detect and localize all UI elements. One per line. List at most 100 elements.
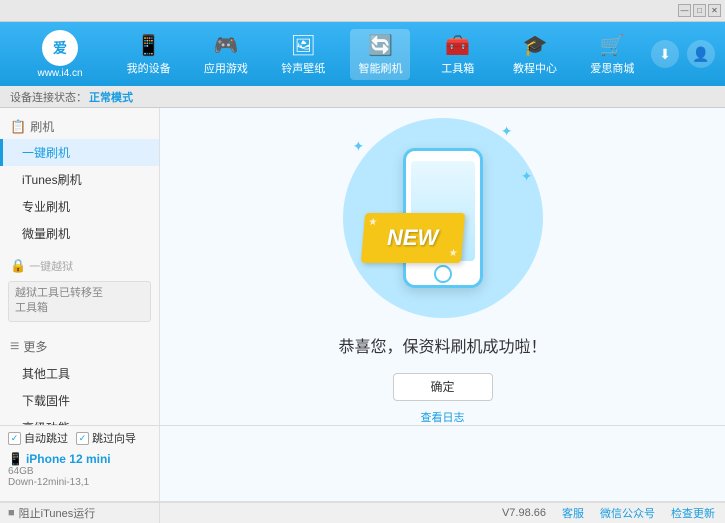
confirm-button-label: 确定 xyxy=(430,378,454,395)
device-icon: 📱 xyxy=(136,33,161,58)
logo-icon: 爱 xyxy=(42,30,78,66)
nav-my-device[interactable]: 📱 我的设备 xyxy=(119,29,179,80)
sidebar-item-micro-flash[interactable]: 微量刷机 xyxy=(0,220,159,247)
more-icon: ≡ xyxy=(10,338,19,356)
sidebar-item-pro-flash[interactable]: 专业刷机 xyxy=(0,193,159,220)
sidebar-section-more: ≡ 更多 xyxy=(0,334,159,360)
nav-smart-flash-label: 智能刷机 xyxy=(358,60,402,76)
bottom-bar: ■ 阻止iTunes运行 V7.98.66 客服 微信公众号 检查更新 xyxy=(0,501,725,523)
device-info: 📱 iPhone 12 mini 64GB Down-12mini-13,1 xyxy=(8,450,151,490)
skip-wizard-checkbox[interactable]: ✓ 跳过向导 xyxy=(76,430,136,446)
sidebar-section-flash: 📋 刷机 xyxy=(0,114,159,139)
auto-forward-checkbox[interactable]: ✓ 自动跳过 xyxy=(8,430,68,446)
flash-section-icon: 📋 xyxy=(10,119,26,135)
phone-home-button xyxy=(434,265,452,283)
nav-shop-label: 爱思商城 xyxy=(590,60,634,76)
jailbreak-section-label: 一键越狱 xyxy=(29,258,73,274)
nav-apps-games-label: 应用游戏 xyxy=(204,60,248,76)
goto-daily-link[interactable]: 查看日志 xyxy=(421,409,465,425)
wallpaper-icon: 🖼 xyxy=(291,33,316,58)
flash-icon: 🔄 xyxy=(368,33,393,58)
sidebar-item-download-fw[interactable]: 下载固件 xyxy=(0,387,159,414)
other-tools-label: 其他工具 xyxy=(22,367,70,381)
itunes-flash-label: iTunes刷机 xyxy=(22,173,82,187)
device-icon: 📱 xyxy=(8,452,23,466)
device-storage: 64GB xyxy=(8,466,151,477)
new-ribbon: NEW xyxy=(360,213,464,263)
nav-wallpaper-label: 铃声壁纸 xyxy=(281,60,325,76)
nav-wallpaper[interactable]: 🖼 铃声壁纸 xyxy=(273,29,333,80)
more-section-label: 更多 xyxy=(23,338,47,355)
nav-smart-flash[interactable]: 🔄 智能刷机 xyxy=(350,29,410,80)
tutorial-icon: 🎓 xyxy=(523,33,548,58)
auto-forward-checkmark: ✓ xyxy=(8,432,21,445)
sidebar-section-jailbreak: 🔒 一键越狱 xyxy=(0,255,159,277)
nav-apps-games[interactable]: 🎮 应用游戏 xyxy=(196,29,256,80)
success-message: 恭喜您，保资料刷机成功啦！ xyxy=(338,333,546,357)
itunes-icon: ■ xyxy=(8,507,15,519)
skip-wizard-checkmark: ✓ xyxy=(76,432,89,445)
window-controls: — □ ✕ xyxy=(678,4,721,17)
content-area: ✦ ✦ ✦ NEW 恭喜您，保资料刷机成功啦！ 确定 查看日志 xyxy=(160,108,725,425)
bottom-area: ✓ 自动跳过 ✓ 跳过向导 📱 iPhone 12 mini 64GB Down… xyxy=(0,425,725,501)
wechat-link[interactable]: 微信公众号 xyxy=(600,505,655,521)
logo-text: 爱 xyxy=(53,38,67,58)
nav-toolbox[interactable]: 🧰 工具箱 xyxy=(428,29,488,80)
skip-wizard-label: 跳过向导 xyxy=(92,430,136,446)
nav-shop[interactable]: 🛒 爱思商城 xyxy=(582,29,642,80)
sparkle-1: ✦ xyxy=(353,138,365,155)
itunes-bar: ■ 阻止iTunes运行 xyxy=(0,502,160,523)
status-right: V7.98.66 客服 微信公众号 检查更新 xyxy=(502,505,715,521)
pro-flash-label: 专业刷机 xyxy=(22,200,70,214)
shop-icon: 🛒 xyxy=(600,33,625,58)
status-bar: V7.98.66 客服 微信公众号 检查更新 xyxy=(160,502,725,523)
close-button[interactable]: ✕ xyxy=(708,4,721,17)
device-name: 📱 iPhone 12 mini xyxy=(8,452,151,466)
checkbox-row: ✓ 自动跳过 ✓ 跳过向导 xyxy=(8,430,151,446)
version-text: V7.98.66 xyxy=(502,507,546,519)
sparkle-3: ✦ xyxy=(521,168,533,185)
sidebar-item-advanced[interactable]: 高级功能 xyxy=(0,414,159,425)
sidebar-section-flash-label: 刷机 xyxy=(30,118,54,135)
device-status-label: 设备连接状态： xyxy=(10,89,87,105)
micro-flash-label: 微量刷机 xyxy=(22,227,70,241)
phone-illustration: ✦ ✦ ✦ NEW xyxy=(333,108,553,313)
device-status-value: 正常模式 xyxy=(89,89,133,105)
check-update-link[interactable]: 检查更新 xyxy=(671,505,715,521)
one-click-flash-label: 一键刷机 xyxy=(22,146,70,160)
sidebar: 📋 刷机 一键刷机 iTunes刷机 专业刷机 微量刷机 🔒 一键越狱 越狱工具… xyxy=(0,108,160,425)
main-body: 📋 刷机 一键刷机 iTunes刷机 专业刷机 微量刷机 🔒 一键越狱 越狱工具… xyxy=(0,108,725,425)
download-fw-label: 下载固件 xyxy=(22,394,70,408)
new-badge-text: NEW xyxy=(387,225,438,251)
sidebar-item-one-click-flash[interactable]: 一键刷机 xyxy=(0,139,159,166)
device-name-text: iPhone 12 mini xyxy=(26,452,111,466)
nav-tutorial-label: 教程中心 xyxy=(513,60,557,76)
sparkle-2: ✦ xyxy=(501,123,513,140)
logo-site: www.i4.cn xyxy=(37,68,82,79)
customer-service-link[interactable]: 客服 xyxy=(562,505,584,521)
header-right: ⬇ 👤 xyxy=(651,40,715,68)
sidebar-item-itunes-flash[interactable]: iTunes刷机 xyxy=(0,166,159,193)
minimize-button[interactable]: — xyxy=(678,4,691,17)
bottom-sidebar: ✓ 自动跳过 ✓ 跳过向导 📱 iPhone 12 mini 64GB Down… xyxy=(0,425,160,501)
confirm-button[interactable]: 确定 xyxy=(393,373,493,401)
nav-my-device-label: 我的设备 xyxy=(127,60,171,76)
download-button[interactable]: ⬇ xyxy=(651,40,679,68)
sidebar-item-other-tools[interactable]: 其他工具 xyxy=(0,360,159,387)
header: 爱 www.i4.cn 📱 我的设备 🎮 应用游戏 🖼 铃声壁纸 🔄 智能刷机 … xyxy=(0,22,725,86)
jailbreak-notice-text: 越狱工具已转移至工具箱 xyxy=(15,287,103,314)
device-version: Down-12mini-13,1 xyxy=(8,477,151,488)
device-status-bar: 设备连接状态： 正常模式 xyxy=(0,86,725,108)
nav-items: 📱 我的设备 🎮 应用游戏 🖼 铃声壁纸 🔄 智能刷机 🧰 工具箱 🎓 教程中心… xyxy=(110,29,651,80)
apps-icon: 🎮 xyxy=(213,33,238,58)
nav-tutorial[interactable]: 🎓 教程中心 xyxy=(505,29,565,80)
jailbreak-notice: 越狱工具已转移至工具箱 xyxy=(8,281,151,322)
user-button[interactable]: 👤 xyxy=(687,40,715,68)
bottom-content xyxy=(160,425,725,501)
toolbox-icon: 🧰 xyxy=(445,33,470,58)
itunes-label: 阻止iTunes运行 xyxy=(19,505,96,521)
logo-area: 爱 www.i4.cn xyxy=(10,30,110,79)
auto-forward-label: 自动跳过 xyxy=(24,430,68,446)
maximize-button[interactable]: □ xyxy=(693,4,706,17)
title-bar: — □ ✕ xyxy=(0,0,725,22)
